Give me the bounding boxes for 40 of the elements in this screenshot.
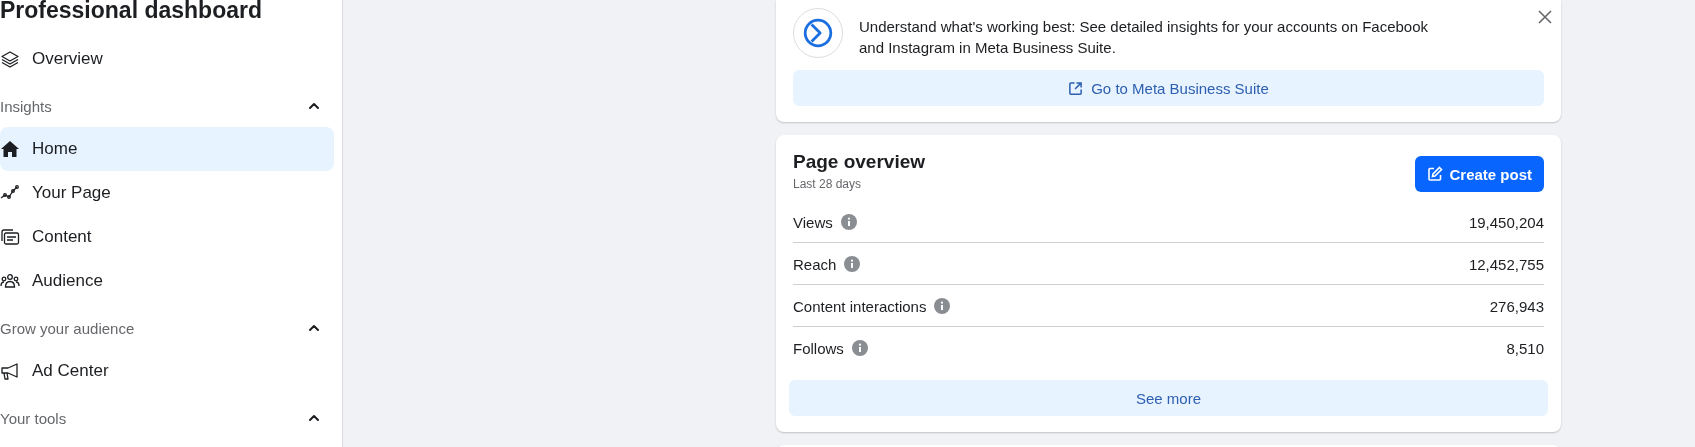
chevron-icon[interactable] — [308, 100, 320, 112]
section-heading: Insights — [0, 97, 52, 115]
sidebar-item[interactable]: Home — [0, 127, 334, 171]
chevron-icon[interactable] — [308, 412, 320, 424]
info-icon[interactable] — [851, 340, 868, 356]
see-more-button[interactable]: See more — [789, 380, 1548, 416]
sidebar-item[interactable]: Content — [0, 215, 334, 259]
dashboard-title: Professional dashboard — [0, 0, 263, 23]
layers-icon — [0, 49, 20, 69]
metric-label: Views — [793, 213, 833, 231]
metric-value: 12,452,755 — [1468, 255, 1544, 273]
sidebar-item[interactable]: Overview — [0, 37, 334, 81]
chevron-icon[interactable] — [308, 322, 320, 334]
metric-value: 19,450,204 — [1468, 213, 1544, 231]
metric-label: Follows — [793, 339, 844, 357]
sidebar-item[interactable]: Audience — [0, 259, 334, 303]
people-icon — [0, 271, 20, 291]
info-icon[interactable] — [840, 214, 857, 230]
megaphone-icon — [0, 361, 20, 381]
info-icon[interactable] — [934, 298, 951, 314]
home-icon — [0, 139, 20, 159]
section-heading: Your tools — [0, 409, 67, 427]
sidebar-item[interactable]: Ad Center — [0, 349, 334, 393]
external-link-icon — [1068, 80, 1084, 96]
banner-message: Understand what's working best: See detailed insights for your accounts on Facebook and Instagram in Meta Business Suite. — [859, 17, 1430, 58]
metric-value: 8,510 — [1506, 339, 1544, 357]
metric-label: Content interactions — [793, 297, 927, 315]
business-suite-button[interactable]: Go to Meta Business Suite — [793, 70, 1544, 106]
card-title: Page overview — [793, 151, 926, 173]
create-post-button[interactable]: Create post — [1415, 156, 1544, 192]
date-range-label: Last 28 days — [793, 177, 863, 191]
metric-label: Reach — [793, 255, 837, 273]
business-suite-icon — [793, 8, 843, 58]
section-heading: Grow your audience — [0, 319, 135, 337]
edit-icon — [1427, 166, 1444, 182]
sidebar-item[interactable]: Your Page — [0, 171, 334, 215]
info-icon[interactable] — [844, 256, 861, 272]
metric-value: 276,943 — [1489, 297, 1544, 315]
close-icon[interactable] — [1538, 10, 1552, 24]
cards-icon — [0, 227, 20, 247]
